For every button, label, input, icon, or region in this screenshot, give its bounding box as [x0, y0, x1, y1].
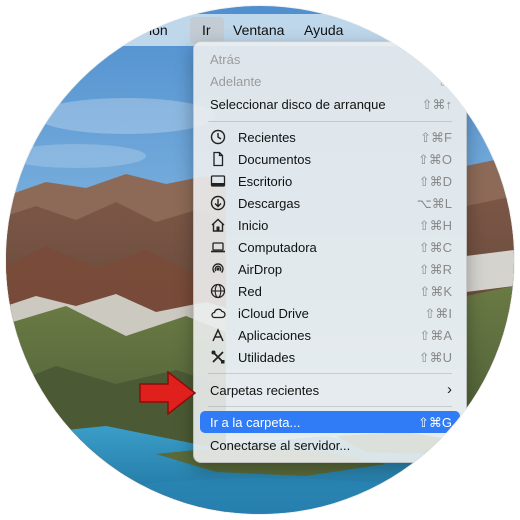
- menu-item-shortcut: ⇧⌘O: [417, 152, 452, 167]
- menu-separator: [208, 373, 452, 374]
- menu-item-shortcut: ⇧⌘R: [418, 262, 452, 277]
- clock-icon: [210, 129, 226, 145]
- menu-item-shortcut: ⌥⌘L: [416, 196, 452, 211]
- menu-item-shortcut: ⇧⌘U: [418, 350, 452, 365]
- menu-item-shortcut: ⌘: [439, 438, 452, 453]
- menu-item-computadora[interactable]: Computadora ⇧⌘C: [200, 236, 460, 258]
- menu-item-shortcut: ⇧⌘C: [418, 240, 452, 255]
- menu-item-label: Seleccionar disco de arranque: [210, 97, 386, 112]
- menu-item-utilidades[interactable]: Utilidades ⇧⌘U: [200, 346, 460, 368]
- menu-item-shortcut: ⇧⌘K: [419, 284, 452, 299]
- menu-item-label: Atrás: [210, 52, 241, 67]
- menu-separator: [208, 406, 452, 407]
- tools-icon: [211, 350, 225, 364]
- menu-item-shortcut: ⌘: [439, 74, 452, 89]
- menu-item-shortcut: ⇧⌘H: [418, 218, 452, 233]
- cloud-icon: [211, 308, 226, 319]
- menubar-item-ventana[interactable]: Ventana: [233, 22, 284, 38]
- menubar-item-ayuda[interactable]: Ayuda: [304, 22, 343, 38]
- menu-item-shortcut: ⇧⌘↑: [421, 97, 452, 112]
- menu-item-recientes[interactable]: Recientes ⇧⌘F: [200, 126, 460, 148]
- menu-item-label: Ir a la carpeta...: [210, 415, 301, 430]
- menu-item-escritorio[interactable]: Escritorio ⇧⌘D: [200, 170, 460, 192]
- menu-item-aplicaciones[interactable]: Aplicaciones ⇧⌘A: [200, 324, 460, 346]
- menu-item-label: Documentos: [238, 152, 311, 167]
- menu-item-descargas[interactable]: Descargas ⌥⌘L: [200, 192, 460, 214]
- menu-item-label: Aplicaciones: [238, 328, 311, 343]
- menu-item-label: Escritorio: [238, 174, 293, 189]
- laptop-icon: [211, 242, 225, 253]
- home-icon: [211, 218, 225, 232]
- menu-item-red[interactable]: Red ⇧⌘K: [200, 280, 460, 302]
- menu-item-shortcut: ⇧⌘F: [420, 130, 452, 145]
- screenshot-circle: ión Ir Ventana Ayuda Atrás ⌘ Adelante ⌘ …: [6, 6, 514, 514]
- airdrop-icon: [212, 263, 224, 273]
- menu-item-conectarse-servidor[interactable]: Conectarse al servidor... ⌘: [200, 434, 460, 456]
- red-arrow-annotation-icon: [139, 370, 197, 416]
- menu-item-label: Utilidades: [238, 350, 296, 365]
- menubar-item-ir[interactable]: Ir: [190, 17, 224, 43]
- menu-item-back: Atrás ⌘: [200, 48, 460, 70]
- download-icon: [210, 195, 226, 211]
- menu-item-label: Adelante: [210, 74, 262, 89]
- menu-item-label: Conectarse al servidor...: [210, 438, 351, 453]
- menu-item-shortcut: ⇧⌘I: [424, 306, 452, 321]
- menu-item-documentos[interactable]: Documentos ⇧⌘O: [200, 148, 460, 170]
- menu-item-label: Computadora: [238, 240, 317, 255]
- menu-item-inicio[interactable]: Inicio ⇧⌘H: [200, 214, 460, 236]
- menu-item-shortcut: ⇧⌘D: [418, 174, 452, 189]
- menu-item-icloud-drive[interactable]: iCloud Drive ⇧⌘I: [200, 302, 460, 324]
- menu-item-shortcut: ⇧⌘A: [419, 328, 452, 343]
- menu-item-carpetas-recientes[interactable]: Carpetas recientes ›: [200, 379, 460, 401]
- go-menu: Atrás ⌘ Adelante ⌘ Seleccionar disco de …: [193, 41, 467, 463]
- menu-item-label: Descargas: [238, 196, 301, 211]
- document-icon: [213, 151, 224, 167]
- globe-icon: [210, 283, 226, 299]
- menubar-item-partial[interactable]: ión: [149, 22, 168, 38]
- menu-item-startup-disk[interactable]: Seleccionar disco de arranque ⇧⌘↑: [200, 93, 460, 115]
- menubar-item-ir-label: Ir: [202, 22, 211, 38]
- menu-item-label: Recientes: [238, 130, 296, 145]
- chevron-right-icon: ›: [447, 381, 452, 398]
- menu-item-label: iCloud Drive: [238, 306, 309, 321]
- menu-separator: [208, 121, 452, 122]
- desktop-icon: [210, 175, 226, 187]
- menu-item-shortcut: ⇧⌘G: [417, 415, 452, 430]
- menu-item-shortcut: ⌘: [439, 52, 452, 67]
- menu-item-label: Carpetas recientes: [210, 383, 320, 398]
- applications-icon: [212, 328, 224, 342]
- menu-item-ir-a-la-carpeta[interactable]: Ir a la carpeta... ⇧⌘G: [200, 411, 460, 433]
- menu-item-label: Inicio: [238, 218, 269, 233]
- menu-item-label: AirDrop: [238, 262, 283, 277]
- menu-item-forward: Adelante ⌘: [200, 70, 460, 92]
- menu-item-label: Red: [238, 284, 262, 299]
- menu-item-airdrop[interactable]: AirDrop ⇧⌘R: [200, 258, 460, 280]
